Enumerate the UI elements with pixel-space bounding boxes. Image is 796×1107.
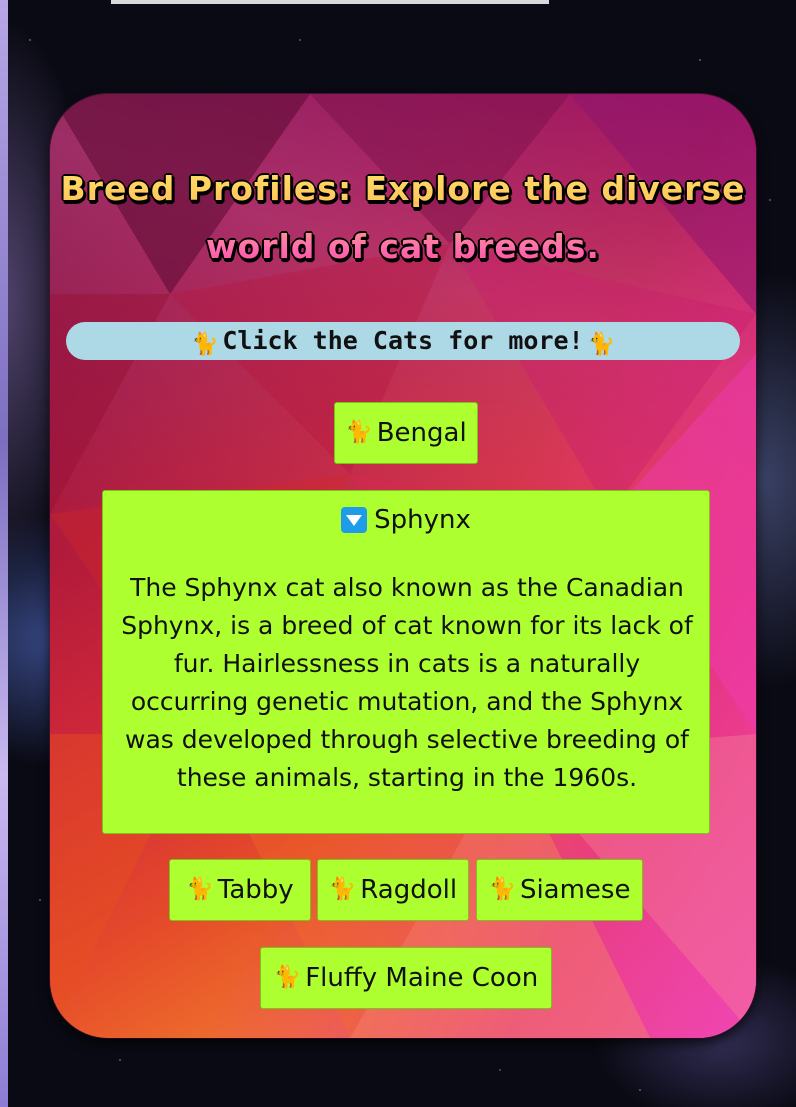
breed-button-tabby[interactable]: 🐈 Tabby bbox=[169, 859, 311, 921]
breed-label: Tabby bbox=[217, 875, 294, 905]
cat-icon: 🐈 bbox=[345, 420, 373, 445]
breed-button-bengal[interactable]: 🐈 Bengal bbox=[334, 402, 478, 464]
breed-button-maine-coon[interactable]: 🐈 Fluffy Maine Coon bbox=[260, 947, 552, 1009]
cat-icon: 🐈 bbox=[328, 877, 357, 902]
top-image-edge bbox=[111, 0, 549, 4]
cat-icon: 🐈 bbox=[587, 332, 616, 357]
breed-button-ragdoll[interactable]: 🐈 Ragdoll bbox=[317, 859, 469, 921]
breed-profiles-card: Breed Profiles: Explore the diverse worl… bbox=[50, 94, 756, 1038]
breed-label: Bengal bbox=[376, 418, 467, 448]
cat-icon: 🐈 bbox=[186, 877, 214, 902]
cat-icon: 🐈 bbox=[273, 965, 302, 990]
cat-icon: 🐈 bbox=[190, 332, 219, 357]
breed-panel-sphynx: Sphynx The Sphynx cat also known as the … bbox=[102, 490, 710, 834]
breed-label: Fluffy Maine Coon bbox=[305, 963, 539, 993]
down-arrow-icon bbox=[341, 507, 368, 533]
background-edge bbox=[0, 0, 8, 1107]
breed-label: Ragdoll bbox=[360, 875, 458, 905]
click-cats-banner: 🐈 Click the Cats for more! 🐈 bbox=[66, 322, 740, 360]
cat-icon: 🐈 bbox=[488, 877, 516, 902]
breed-label: Sphynx bbox=[374, 505, 471, 535]
banner-text: Click the Cats for more! bbox=[222, 326, 584, 355]
breed-label: Siamese bbox=[519, 875, 631, 905]
breed-button-sphynx[interactable]: Sphynx bbox=[103, 505, 709, 535]
page-title: Breed Profiles: Explore the diverse worl… bbox=[50, 160, 756, 276]
breed-button-siamese[interactable]: 🐈 Siamese bbox=[476, 859, 643, 921]
breed-description: The Sphynx cat also known as the Canadia… bbox=[121, 573, 693, 792]
